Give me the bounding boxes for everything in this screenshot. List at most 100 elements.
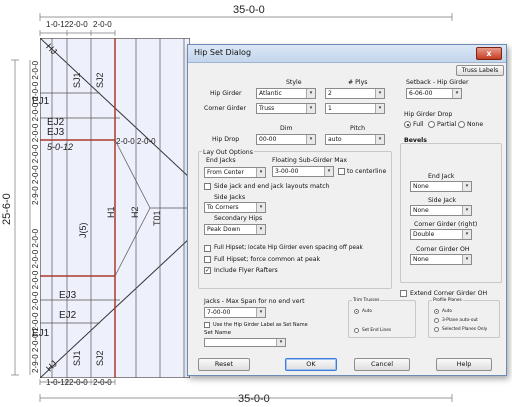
- to-centerline-label: to centerline: [347, 168, 387, 175]
- pp-selected-label: Selected Planes Only: [442, 327, 488, 332]
- hip-girder-plys-input[interactable]: 2 ▾: [325, 88, 385, 99]
- left-bottom-segment-dimensions: 2-9-0 2-0-0 2-0-0 2-0-0 2-0-0 2-0-0 2-0-…: [31, 228, 40, 373]
- corner-girder-style-select[interactable]: Truss ▾: [256, 103, 316, 114]
- chevron-down-icon: ▾: [256, 203, 265, 212]
- bottom-segment-dimension-2: 2-0-0: [69, 378, 88, 387]
- bevel-corner-oh-select[interactable]: None ▾: [410, 254, 472, 265]
- trim-set-end-lines-label: Set End Lines: [362, 328, 392, 333]
- chevron-down-icon: ▾: [256, 308, 265, 317]
- cancel-button[interactable]: Cancel: [354, 358, 410, 371]
- plys-column-label: # Plys: [348, 79, 368, 86]
- secondary-hips-label: Secondary Hips: [214, 215, 263, 222]
- top-segment-dimension-1: 1-0-12: [46, 20, 70, 29]
- set-name-label: Set Name: [204, 330, 232, 336]
- hip-drop-label: Hip Drop: [212, 136, 240, 143]
- bevel-corner-oh-label: Corner Girder OH: [416, 246, 470, 253]
- chevron-down-icon: ▾: [462, 206, 471, 215]
- extend-corner-oh-checkbox[interactable]: [400, 290, 407, 297]
- chevron-down-icon: ▾: [375, 135, 384, 144]
- truss-labels-button[interactable]: Truss Labels: [456, 65, 504, 76]
- corner-girder-label: Corner Girder: [204, 105, 247, 112]
- label-h2: H2: [130, 206, 140, 218]
- label-ej1-bottom: EJ1: [32, 328, 50, 339]
- close-button[interactable]: x: [476, 47, 502, 60]
- bevel-end-jack-label: End Jack: [428, 173, 455, 180]
- to-centerline-checkbox[interactable]: [338, 168, 345, 175]
- hip-girder-drop-label: Hip Girder Drop: [404, 111, 453, 118]
- setback-dimension: 5-0-12: [47, 142, 74, 152]
- use-hip-label-text: Use the Hip Girder Label as Set Name: [213, 322, 308, 328]
- label-ej1-top: EJ1: [32, 96, 50, 107]
- pp-3plane-radio[interactable]: [434, 318, 439, 323]
- corner-girder-plys-input[interactable]: 1 ▾: [325, 103, 385, 114]
- reset-button[interactable]: Reset: [198, 358, 250, 371]
- hip-drop-dim-select[interactable]: 00-00 ▾: [256, 134, 316, 145]
- secondary-hips-select[interactable]: Peak Down ▾: [204, 224, 266, 235]
- help-button[interactable]: Help: [436, 358, 492, 371]
- label-sj2-top: SJ2: [95, 72, 105, 88]
- trim-set-end-lines-radio[interactable]: [354, 328, 359, 333]
- bottom-overall-dimension: 35-0-0: [238, 393, 270, 405]
- bevel-end-jack-select[interactable]: None ▾: [410, 181, 472, 192]
- top-segment-dimension-3: 2-0-0: [93, 20, 112, 29]
- side-jacks-select[interactable]: To Corners ▾: [204, 202, 266, 213]
- include-flyer-checkbox[interactable]: ✓: [204, 267, 211, 274]
- floating-sub-girder-label: Floating Sub-Girder Max: [272, 157, 348, 164]
- drop-partial-label: Partial: [437, 121, 457, 128]
- jacks-max-span-label: Jacks - Max Span for no end vert: [204, 298, 305, 305]
- trim-trusses-label: Trim Trusses: [352, 298, 381, 303]
- trim-auto-radio[interactable]: [354, 309, 359, 314]
- profile-planes-label: Profile Planes: [432, 298, 463, 303]
- drop-none-radio[interactable]: [458, 121, 465, 128]
- pitch-label: Pitch: [350, 125, 366, 132]
- jacks-max-span-select[interactable]: 7-00-00 ▾: [204, 307, 266, 318]
- label-sj2-bottom: SJ2: [95, 350, 105, 366]
- drop-full-label: Full: [413, 121, 424, 128]
- use-hip-label-checkbox[interactable]: [204, 322, 210, 328]
- drop-partial-radio[interactable]: [428, 121, 435, 128]
- label-ej3-bottom: EJ3: [59, 290, 77, 301]
- label-h1: H1: [106, 206, 116, 218]
- truss-plan-view[interactable]: HJ HJ SJ1 SJ2 SJ1 SJ2 EJ1 EJ2 EJ3 5-0-12…: [32, 38, 190, 378]
- hip-drop-pitch-select[interactable]: auto ▾: [325, 134, 385, 145]
- full-hipset-locate-checkbox[interactable]: [204, 245, 211, 252]
- side-end-match-checkbox[interactable]: [204, 183, 211, 190]
- trim-auto-label: Auto: [362, 309, 372, 314]
- setback-select[interactable]: 6-06-00 ▾: [406, 88, 462, 99]
- side-end-match-label: Side jack and end jack layouts match: [214, 183, 330, 190]
- bottom-segment-dimension-1: 1-0-12: [46, 378, 70, 387]
- chevron-down-icon: ▾: [306, 104, 315, 113]
- ok-button[interactable]: OK: [285, 358, 337, 371]
- top-segment-dimension-2: 2-0-0: [69, 20, 88, 29]
- end-jacks-select[interactable]: From Center ▾: [204, 167, 266, 178]
- hip-girder-label: Hip Girder: [210, 90, 242, 97]
- drop-full-radio[interactable]: [404, 121, 411, 128]
- layout-options-label: Lay Out Options: [202, 149, 254, 156]
- pp-auto-radio[interactable]: [434, 309, 439, 314]
- label-j5: J(5): [78, 222, 88, 239]
- include-flyer-label: Include Flyer Rafters: [214, 267, 278, 274]
- floating-sub-girder-select[interactable]: 3-00-00 ▾: [272, 166, 334, 177]
- left-overall-dimension: 25-6-0: [1, 193, 13, 225]
- bevel-side-jack-select[interactable]: None ▾: [410, 205, 472, 216]
- bevel-side-jack-label: Side Jack: [428, 197, 456, 204]
- chevron-down-icon: ▾: [324, 167, 333, 176]
- bevel-corner-right-select[interactable]: Double ▾: [410, 229, 472, 240]
- full-hipset-locate-label: Full Hipset; locate Hip Girder even spac…: [214, 245, 363, 251]
- dialog-titlebar[interactable]: Hip Set Dialog x: [188, 45, 506, 63]
- set-name-select[interactable]: ▾: [204, 338, 286, 347]
- pp-selected-radio[interactable]: [434, 327, 439, 332]
- pp-auto-label: Auto: [442, 309, 452, 314]
- full-hipset-force-label: Full Hipset; force common at peak: [214, 256, 321, 263]
- chevron-down-icon: ▾: [256, 225, 265, 234]
- bottom-segment-dimension-3: 2-0-0: [93, 378, 112, 387]
- label-sj1-bottom: SJ1: [72, 350, 82, 366]
- pp-3plane-label: 3-Plane auto-out: [442, 318, 478, 323]
- extend-corner-oh-label: Extend Corner Girder OH: [410, 290, 488, 297]
- full-hipset-force-checkbox[interactable]: [204, 256, 211, 263]
- chevron-down-icon: ▾: [375, 89, 384, 98]
- chevron-down-icon: ▾: [462, 182, 471, 191]
- hip-set-dialog: Hip Set Dialog x Truss Labels Style # Pl…: [187, 44, 507, 376]
- dim-label: Dim: [280, 125, 293, 132]
- hip-girder-style-select[interactable]: Atlantic ▾: [256, 88, 316, 99]
